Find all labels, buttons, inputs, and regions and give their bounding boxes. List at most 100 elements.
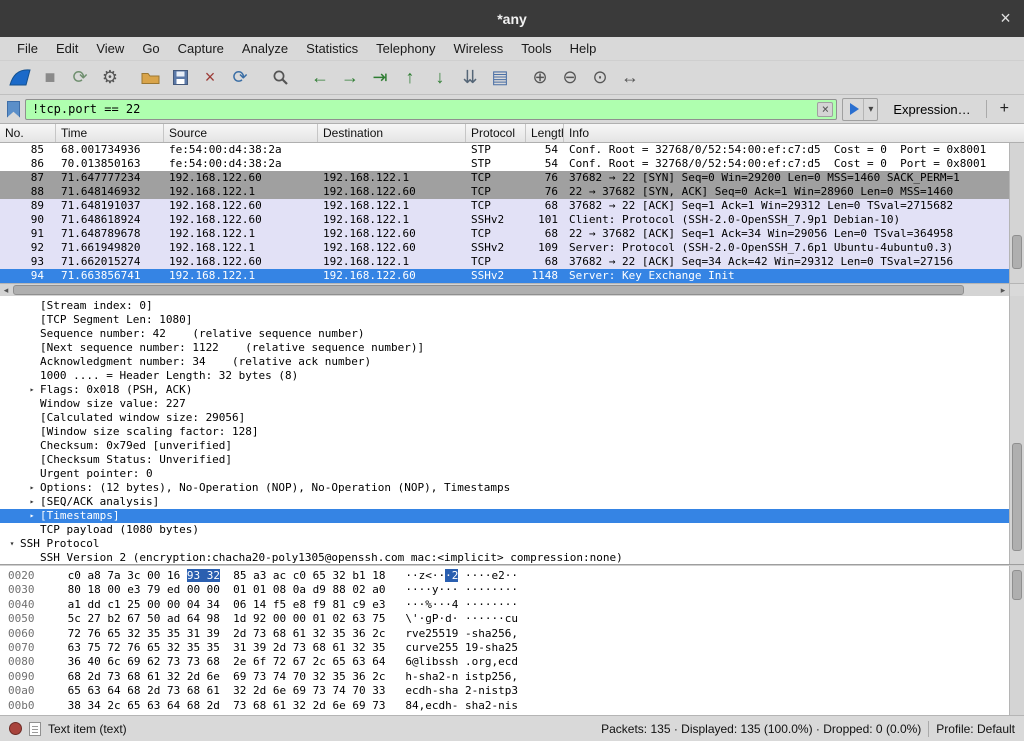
detail-line[interactable]: ▸Options: (12 bytes), No-Operation (NOP)…: [0, 481, 1024, 495]
packet-row-85[interactable]: 8568.001734936fe:54:00:d4:38:2aSTP54Conf…: [0, 143, 1009, 157]
hex-row-0020[interactable]: 0020 c0 a8 7a 3c 00 16 93 32 85 a3 ac c0…: [8, 569, 1024, 583]
packet-list-hscrollbar[interactable]: ◂ ▸: [0, 283, 1009, 296]
scroll-right-arrow-icon[interactable]: ▸: [997, 284, 1009, 296]
titlebar[interactable]: *any ×: [0, 0, 1024, 37]
go-back-button[interactable]: ←: [305, 64, 335, 92]
packet-list-hscrollbar-thumb[interactable]: [13, 285, 964, 295]
go-first-button[interactable]: ↑: [395, 64, 425, 92]
resize-columns-button[interactable]: ↔: [615, 64, 645, 92]
hex-row-0040[interactable]: 0040 a1 dd c1 25 00 00 04 34 06 14 f5 e8…: [8, 598, 1024, 612]
expander-icon[interactable]: ▾: [4, 537, 20, 551]
hex-row-0060[interactable]: 0060 72 76 65 32 35 35 31 39 2d 73 68 61…: [8, 627, 1024, 641]
expander-icon[interactable]: ▸: [24, 383, 40, 397]
column-header-no[interactable]: No.: [0, 124, 56, 142]
packet-list-vscrollbar[interactable]: [1009, 143, 1024, 283]
hex-row-0090[interactable]: 0090 68 2d 73 68 61 32 2d 6e 69 73 74 70…: [8, 670, 1024, 684]
auto-scroll-button[interactable]: ⇊: [455, 64, 485, 92]
expander-icon[interactable]: ▸: [24, 495, 40, 509]
detail-line[interactable]: [Calculated window size: 29056]: [0, 411, 1024, 425]
menu-analyze[interactable]: Analyze: [233, 39, 297, 58]
find-packet-button[interactable]: [265, 64, 295, 92]
detail-line[interactable]: Urgent pointer: 0: [0, 467, 1024, 481]
menu-file[interactable]: File: [8, 39, 47, 58]
details-vscrollbar[interactable]: [1009, 296, 1024, 564]
detail-line[interactable]: ▸Flags: 0x018 (PSH, ACK): [0, 383, 1024, 397]
hex-row-0070[interactable]: 0070 63 75 72 76 65 32 35 35 31 39 2d 73…: [8, 641, 1024, 655]
restart-capture-button[interactable]: ⟳: [65, 64, 95, 92]
column-header-destination[interactable]: Destination: [318, 124, 466, 142]
go-to-packet-button[interactable]: ⇥: [365, 64, 395, 92]
detail-line[interactable]: [Window size scaling factor: 128]: [0, 425, 1024, 439]
detail-line[interactable]: Acknowledgment number: 34 (relative ack …: [0, 355, 1024, 369]
hex-vscrollbar-thumb[interactable]: [1012, 570, 1022, 600]
packet-row-86[interactable]: 8670.013850163fe:54:00:d4:38:2aSTP54Conf…: [0, 157, 1009, 171]
menu-telephony[interactable]: Telephony: [367, 39, 444, 58]
column-header-source[interactable]: Source: [164, 124, 318, 142]
menu-help[interactable]: Help: [561, 39, 606, 58]
hex-row-00a0[interactable]: 00a0 65 63 64 68 2d 73 68 61 32 2d 6e 69…: [8, 684, 1024, 698]
detail-line[interactable]: [Next sequence number: 1122 (relative se…: [0, 341, 1024, 355]
reload-file-button[interactable]: ⟳: [225, 64, 255, 92]
menu-wireless[interactable]: Wireless: [444, 39, 512, 58]
filter-apply-button[interactable]: ▾: [842, 98, 878, 121]
menu-go[interactable]: Go: [133, 39, 168, 58]
hex-row-0050[interactable]: 0050 5c 27 b2 67 50 ad 64 98 1d 92 00 00…: [8, 612, 1024, 626]
packet-row-88[interactable]: 8871.648146932192.168.122.1192.168.122.6…: [0, 185, 1009, 199]
chevron-down-icon[interactable]: ▾: [863, 99, 877, 120]
status-profile[interactable]: Profile: Default: [936, 722, 1015, 736]
close-button[interactable]: ×: [995, 8, 1016, 29]
detail-line[interactable]: Window size value: 227: [0, 397, 1024, 411]
packet-row-90[interactable]: 9071.648618924192.168.122.60192.168.122.…: [0, 213, 1009, 227]
capture-comment-icon[interactable]: [29, 722, 41, 736]
close-file-button[interactable]: ×: [195, 64, 225, 92]
save-file-button[interactable]: [165, 64, 195, 92]
menu-statistics[interactable]: Statistics: [297, 39, 367, 58]
detail-line[interactable]: ▸[SEQ/ACK analysis]: [0, 495, 1024, 509]
detail-line[interactable]: Sequence number: 42 (relative sequence n…: [0, 327, 1024, 341]
packet-row-91[interactable]: 9171.648789678192.168.122.1192.168.122.6…: [0, 227, 1009, 241]
capture-options-button[interactable]: ⚙: [95, 64, 125, 92]
open-file-button[interactable]: [135, 64, 165, 92]
hex-vscrollbar[interactable]: [1009, 566, 1024, 715]
filter-input[interactable]: !tcp.port == 22 ×: [25, 99, 837, 120]
hex-row-00b0[interactable]: 00b0 38 34 2c 65 63 64 68 2d 73 68 61 32…: [8, 699, 1024, 713]
filter-clear-button[interactable]: ×: [817, 102, 833, 117]
zoom-in-button[interactable]: ⊕: [525, 64, 555, 92]
menu-edit[interactable]: Edit: [47, 39, 87, 58]
expert-info-icon[interactable]: [9, 722, 22, 735]
menu-capture[interactable]: Capture: [169, 39, 233, 58]
stop-capture-button[interactable]: ■: [35, 64, 65, 92]
packet-row-94[interactable]: 9471.663856741192.168.122.1192.168.122.6…: [0, 269, 1009, 283]
column-header-protocol[interactable]: Protocol: [466, 124, 526, 142]
detail-line[interactable]: Checksum: 0x79ed [unverified]: [0, 439, 1024, 453]
scroll-left-arrow-icon[interactable]: ◂: [0, 284, 12, 296]
detail-line[interactable]: 1000 .... = Header Length: 32 bytes (8): [0, 369, 1024, 383]
column-header-info[interactable]: Info: [564, 124, 1024, 142]
column-header-time[interactable]: Time: [56, 124, 164, 142]
packet-list-vscrollbar-thumb[interactable]: [1012, 235, 1022, 269]
details-vscrollbar-thumb[interactable]: [1012, 443, 1022, 550]
packet-row-92[interactable]: 9271.661949820192.168.122.1192.168.122.6…: [0, 241, 1009, 255]
colorize-button[interactable]: ▤: [485, 64, 515, 92]
packet-row-93[interactable]: 9371.662015274192.168.122.60192.168.122.…: [0, 255, 1009, 269]
detail-line[interactable]: ▾SSH Protocol: [0, 537, 1024, 551]
go-forward-button[interactable]: →: [335, 64, 365, 92]
zoom-out-button[interactable]: ⊖: [555, 64, 585, 92]
packet-row-89[interactable]: 8971.648191037192.168.122.60192.168.122.…: [0, 199, 1009, 213]
zoom-100-button[interactable]: ⊙: [585, 64, 615, 92]
start-capture-button[interactable]: [5, 64, 35, 92]
menu-tools[interactable]: Tools: [512, 39, 560, 58]
detail-line[interactable]: ▸[Timestamps]: [0, 509, 1024, 523]
packet-row-87[interactable]: 8771.647777234192.168.122.60192.168.122.…: [0, 171, 1009, 185]
expression-button[interactable]: Expression…: [883, 102, 980, 117]
expander-icon[interactable]: ▸: [24, 481, 40, 495]
filter-bookmark-icon[interactable]: [7, 101, 20, 118]
detail-line[interactable]: SSH Version 2 (encryption:chacha20-poly1…: [0, 551, 1024, 565]
go-last-button[interactable]: ↓: [425, 64, 455, 92]
hex-row-0030[interactable]: 0030 80 18 00 e3 79 ed 00 00 01 01 08 0a…: [8, 583, 1024, 597]
expander-icon[interactable]: ▸: [24, 509, 40, 523]
menu-view[interactable]: View: [87, 39, 133, 58]
detail-line[interactable]: TCP payload (1080 bytes): [0, 523, 1024, 537]
detail-line[interactable]: [TCP Segment Len: 1080]: [0, 313, 1024, 327]
column-header-length[interactable]: Length: [526, 124, 564, 142]
